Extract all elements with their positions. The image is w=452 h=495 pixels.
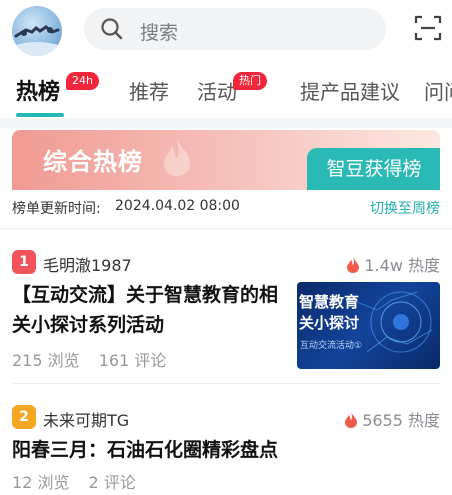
item-stats: 12 浏览 2 评论 xyxy=(12,469,150,493)
tab-hot[interactable]: 热榜 24h xyxy=(16,72,99,106)
rank-badge: 2 xyxy=(12,405,36,429)
divider xyxy=(0,228,452,229)
update-time: 2024.04.02 08:00 xyxy=(115,198,240,214)
divider xyxy=(12,383,440,384)
flame-icon xyxy=(344,411,358,432)
heat-count: 1.4w 热度 xyxy=(346,252,440,277)
thumbnail-title-line: 智慧教育 xyxy=(299,293,360,311)
section-divider xyxy=(0,118,452,128)
switch-to-weekly-link[interactable]: 切换至周榜 xyxy=(370,198,440,218)
view-count: 215 浏览 xyxy=(12,351,80,370)
tab-bar: 热榜 24h 推荐 活动 热门 提产品建议 问问 xyxy=(0,66,452,118)
item-title-line: 关小探讨系列活动 xyxy=(12,314,165,336)
smart-bean-ranking-button[interactable]: 智豆获得榜 xyxy=(307,148,440,190)
tab-activity[interactable]: 活动 热门 xyxy=(197,72,267,105)
item-title[interactable]: 阳春三月：石油石化圈精彩盘点 xyxy=(12,435,278,465)
update-info: 榜单更新时间: 2024.04.02 08:00 切换至周榜 xyxy=(12,198,440,218)
rank-badge: 1 xyxy=(12,250,36,274)
scan-icon[interactable] xyxy=(414,14,442,46)
flame-icon xyxy=(160,136,194,182)
heat-value: 5655 热度 xyxy=(362,411,440,430)
comment-count: 161 评论 xyxy=(98,351,167,370)
search-icon xyxy=(100,17,124,45)
search-placeholder: 搜索 xyxy=(140,22,179,44)
item-stats: 215 浏览 161 评论 xyxy=(12,347,180,371)
tab-badge-hot: 热门 xyxy=(233,72,267,90)
tab-label: 活动 xyxy=(197,80,237,104)
flame-icon xyxy=(346,256,360,277)
list-item[interactable]: 1 毛明澈1987 1.4w 热度 【互动交流】关于智慧教育的相 关小探讨系列活… xyxy=(12,250,440,370)
update-label: 榜单更新时间: xyxy=(12,201,101,217)
active-tab-indicator xyxy=(16,113,64,117)
heat-count: 5655 热度 xyxy=(344,407,440,432)
thumbnail-subtitle: 互动交流活动① xyxy=(300,341,363,351)
author-name[interactable]: 未来可期TG xyxy=(43,407,129,431)
tab-label: 问问 xyxy=(424,80,452,104)
tab-badge-24h: 24h xyxy=(66,72,99,90)
item-thumbnail[interactable]: 智慧教育 关小探讨 互动交流活动① xyxy=(297,282,440,369)
tab-label: 热榜 xyxy=(16,80,61,105)
search-bar[interactable]: 搜索 xyxy=(84,8,386,50)
tab-label: 推荐 xyxy=(129,80,169,104)
comment-count: 2 评论 xyxy=(88,473,136,492)
avatar[interactable] xyxy=(12,6,62,56)
item-title-line: 【互动交流】关于智慧教育的相 xyxy=(12,284,279,306)
tab-product-suggestion[interactable]: 提产品建议 xyxy=(300,76,400,105)
view-count: 12 浏览 xyxy=(12,473,70,492)
tab-label: 提产品建议 xyxy=(300,80,400,104)
ranking-banner: 综合热榜 智豆获得榜 xyxy=(12,130,440,190)
top-bar: 搜索 xyxy=(0,0,452,58)
heat-value: 1.4w 热度 xyxy=(364,256,440,275)
tab-ask[interactable]: 问问 xyxy=(424,76,452,105)
tab-recommend[interactable]: 推荐 xyxy=(129,76,169,105)
banner-title: 综合热榜 xyxy=(43,148,143,176)
thumbnail-title-line: 关小探讨 xyxy=(299,314,360,332)
item-title[interactable]: 【互动交流】关于智慧教育的相 关小探讨系列活动 xyxy=(12,280,278,340)
list-item[interactable]: 2 未来可期TG 5655 热度 阳春三月：石油石化圈精彩盘点 12 浏览 2 … xyxy=(12,405,440,495)
thumbnail-title: 智慧教育 关小探讨 xyxy=(299,292,359,334)
author-name[interactable]: 毛明澈1987 xyxy=(43,252,132,276)
